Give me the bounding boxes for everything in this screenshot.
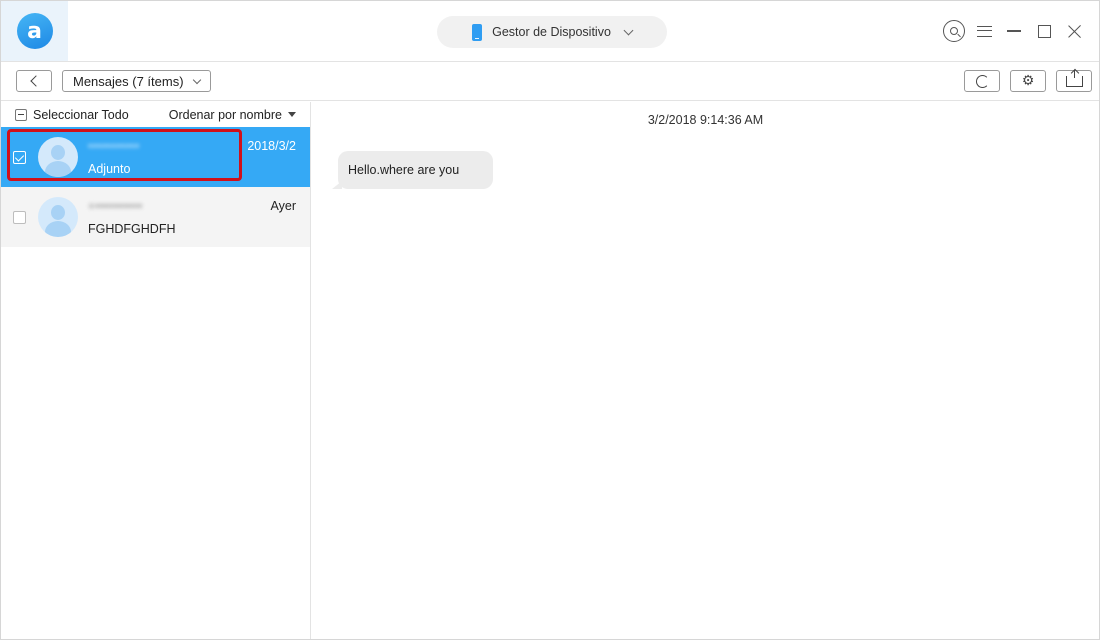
chevron-left-icon [29,75,42,87]
menu-button[interactable] [973,19,995,43]
minimize-icon [1007,30,1021,32]
app-logo-icon: a [16,13,53,49]
phone-icon [472,23,483,41]
message-detail-panel: 3/2/2018 9:14:36 AM Hello.where are you [312,102,1099,639]
close-button[interactable] [1063,19,1085,43]
category-label: Mensajes (7 ítems) [73,73,184,89]
conversation-row[interactable]: +•••••••••• FGHDFGHDFH Ayer [1,187,310,247]
message-preview: FGHDFGHDFH [88,222,176,236]
sort-label: Ordenar por nombre [168,107,282,122]
search-icon [943,20,965,42]
conversation-date: 2018/3/2 [247,139,296,153]
window-controls [943,19,1085,43]
caret-down-icon [288,112,296,117]
list-header: Seleccionar Todo Ordenar por nombre [1,102,310,127]
maximize-icon [1037,24,1051,38]
device-manager-label: Gestor de Dispositivo [492,25,611,39]
avatar [38,197,78,237]
message-timestamp: 3/2/2018 9:14:36 AM [647,113,764,127]
export-icon [1065,69,1083,87]
device-manager-dropdown[interactable]: Gestor de Dispositivo [437,16,667,48]
sort-dropdown[interactable]: Ordenar por nombre [169,108,296,122]
highlight-box [7,129,242,181]
refresh-icon [975,74,989,88]
menu-icon [976,25,992,37]
minimize-button[interactable] [1003,19,1025,43]
conversation-list-panel: Seleccionar Todo Ordenar por nombre ••••… [1,102,311,639]
refresh-button[interactable] [964,70,1000,92]
chevron-down-icon [192,75,201,84]
export-button[interactable] [1056,69,1092,92]
select-all-control[interactable]: Seleccionar Todo [15,108,129,122]
conversation-row[interactable]: ••••••••••• Adjunto 2018/3/2 [1,127,310,187]
gear-icon: ⚙ [1021,73,1035,89]
chevron-down-icon [623,25,634,35]
toolbar: Mensajes (7 ítems) ⚙ [1,62,1099,101]
back-button[interactable] [16,70,52,92]
conversation-date: Ayer [270,199,296,213]
logo-area[interactable]: a [1,1,68,61]
select-all-label: Seleccionar Todo [33,107,129,122]
message-bubble: Hello.where are you [331,151,494,189]
app-window: a Gestor de Dispositivo Mensajes (7 ítem… [0,0,1100,640]
settings-button[interactable]: ⚙ [1010,70,1046,92]
search-button[interactable] [943,19,965,43]
row-checkbox[interactable] [13,211,26,224]
contact-name: +•••••••••• [88,199,143,213]
close-icon [1067,24,1082,39]
category-select[interactable]: Mensajes (7 ítems) [62,70,211,92]
message-text: Hello.where are you [348,163,460,177]
title-bar: a Gestor de Dispositivo [1,1,1099,62]
select-all-checkbox[interactable] [15,108,27,121]
maximize-button[interactable] [1033,19,1055,43]
